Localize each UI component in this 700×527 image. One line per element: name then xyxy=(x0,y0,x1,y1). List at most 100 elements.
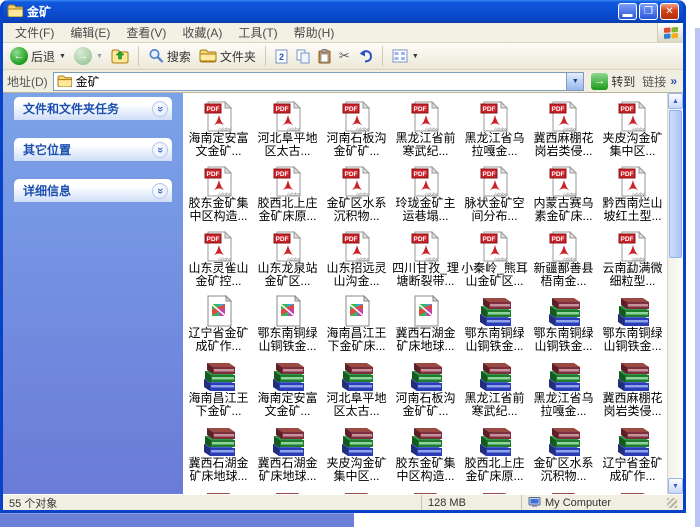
resize-grip[interactable] xyxy=(667,498,677,508)
pdf-file-icon: PDFAdobe xyxy=(273,97,303,132)
file-item[interactable]: 冀西石湖金矿床地球... xyxy=(184,420,253,485)
file-item[interactable]: 河北阜平地区太古... xyxy=(322,355,391,420)
maximize-button[interactable]: ❒ xyxy=(639,3,658,20)
file-label-line: 寒武纪... xyxy=(402,145,448,158)
svg-text:PDF: PDF xyxy=(551,106,564,113)
file-item-partial[interactable] xyxy=(322,485,391,494)
file-item[interactable]: PDFAdobe山东灵雀山金矿控... xyxy=(184,225,253,290)
svg-text:PDF: PDF xyxy=(413,106,426,113)
task-panel-header-2[interactable]: 详细信息» xyxy=(14,179,172,202)
file-item[interactable]: PDFAdobe黑龙江省前寒武纪... xyxy=(391,95,460,160)
task-panel-header-0[interactable]: 文件和文件夹任务» xyxy=(14,97,172,120)
file-item[interactable]: PDFAdobe脉状金矿空间分布... xyxy=(460,160,529,225)
rar-archive-icon xyxy=(546,422,582,457)
file-item[interactable]: 海南定安富文金矿... xyxy=(253,355,322,420)
folders-button[interactable]: 文件夹 xyxy=(196,46,259,67)
paste-button[interactable] xyxy=(315,47,334,66)
file-item-partial[interactable] xyxy=(253,485,322,494)
chevron-down-icon[interactable]: » xyxy=(152,142,168,158)
search-button[interactable]: 搜索 xyxy=(145,46,194,67)
undo-button[interactable] xyxy=(355,47,376,65)
file-item[interactable]: PDFAdobe黔西南烂山坡红土型... xyxy=(598,160,667,225)
scroll-down-button[interactable]: ▼ xyxy=(668,478,683,494)
page-2-button[interactable]: 2 xyxy=(272,47,291,66)
file-item[interactable]: PDFAdobe海南定安富文金矿... xyxy=(184,95,253,160)
file-item[interactable]: PDFAdobe四川甘孜_理塘断裂带... xyxy=(391,225,460,290)
file-item[interactable]: 夹皮沟金矿集中区... xyxy=(322,420,391,485)
file-item[interactable]: PDFAdobe玲珑金矿主运巷塌... xyxy=(391,160,460,225)
address-input[interactable]: 金矿 ▼ xyxy=(53,72,585,91)
cut-button[interactable]: ✂ xyxy=(336,46,353,66)
file-item[interactable]: 辽宁省金矿成矿作... xyxy=(184,290,253,355)
svg-text:PDF: PDF xyxy=(482,106,495,113)
file-item[interactable]: PDFAdobe小秦岭_熊耳山金矿区... xyxy=(460,225,529,290)
zone-status: My Computer xyxy=(521,495,683,510)
chevron-down-icon[interactable]: » xyxy=(152,183,168,199)
file-item[interactable]: PDFAdobe河北阜平地区太古... xyxy=(253,95,322,160)
vertical-scrollbar[interactable]: ▲ ▼ xyxy=(667,93,683,494)
back-button[interactable]: ← 后退 ▼ xyxy=(7,45,69,67)
file-item[interactable]: 黑龙江省乌拉嘎金... xyxy=(529,355,598,420)
file-item[interactable]: PDFAdobe新疆鄯善县梧南金... xyxy=(529,225,598,290)
task-panel-header-1[interactable]: 其它位置» xyxy=(14,138,172,161)
file-item[interactable]: 辽宁省金矿成矿作... xyxy=(598,420,667,485)
file-item[interactable]: PDFAdobe胶西北上庄金矿床原... xyxy=(253,160,322,225)
go-button[interactable]: → 转到 xyxy=(589,73,637,90)
file-item[interactable]: 鄂东南铜绿山铜铁金... xyxy=(598,290,667,355)
file-item[interactable]: 冀西石湖金矿床地球... xyxy=(391,290,460,355)
file-item[interactable]: 海南昌江王下金矿... xyxy=(184,355,253,420)
file-item-partial[interactable] xyxy=(598,485,667,494)
up-button[interactable] xyxy=(108,46,132,66)
back-dropdown-icon[interactable]: ▼ xyxy=(59,53,66,60)
file-item[interactable]: 黑龙江省前寒武纪... xyxy=(460,355,529,420)
file-item[interactable]: PDFAdobe黑龙江省乌拉嘎金... xyxy=(460,95,529,160)
file-item[interactable]: 鄂东南铜绿山铜铁金... xyxy=(253,290,322,355)
file-item[interactable]: PDFAdobe山东招远灵山沟金... xyxy=(322,225,391,290)
scroll-track[interactable] xyxy=(668,259,683,478)
file-item-partial[interactable] xyxy=(460,485,529,494)
file-label-line: 金矿矿... xyxy=(333,145,379,158)
toolbar-separator xyxy=(382,46,383,66)
menu-item-2[interactable]: 查看(V) xyxy=(118,24,174,42)
forward-button[interactable]: → ▼ xyxy=(71,45,106,67)
file-item-partial[interactable] xyxy=(184,485,253,494)
menu-item-3[interactable]: 收藏(A) xyxy=(174,24,230,42)
file-item[interactable]: 冀西麻棚花岗岩类侵... xyxy=(598,355,667,420)
copy-button[interactable] xyxy=(293,47,313,66)
file-item[interactable]: PDFAdobe冀西麻棚花岗岩类侵... xyxy=(529,95,598,160)
menu-item-0[interactable]: 文件(F) xyxy=(7,24,62,42)
menu-item-4[interactable]: 工具(T) xyxy=(230,24,285,42)
menu-item-5[interactable]: 帮助(H) xyxy=(286,24,343,42)
file-item[interactable]: 金矿区水系沉积物... xyxy=(529,420,598,485)
file-item[interactable]: 胶西北上庄金矿床原... xyxy=(460,420,529,485)
views-dropdown-icon[interactable]: ▼ xyxy=(412,53,419,60)
menu-item-1[interactable]: 编辑(E) xyxy=(62,24,118,42)
scroll-up-button[interactable]: ▲ xyxy=(668,93,683,109)
file-item[interactable]: PDFAdobe金矿区水系沉积物... xyxy=(322,160,391,225)
file-item[interactable]: PDFAdobe内蒙古赛乌素金矿床... xyxy=(529,160,598,225)
close-button[interactable]: ✕ xyxy=(660,3,679,20)
file-item[interactable]: 胶东金矿集中区构造... xyxy=(391,420,460,485)
file-item[interactable]: 河南石板沟金矿矿... xyxy=(391,355,460,420)
file-item-partial[interactable] xyxy=(391,485,460,494)
file-item[interactable]: PDFAdobe云南勐满微细粒型... xyxy=(598,225,667,290)
links-button[interactable]: 链接 » xyxy=(642,73,679,90)
file-item[interactable]: 鄂东南铜绿山铜铁金... xyxy=(460,290,529,355)
file-item-partial[interactable] xyxy=(529,485,598,494)
views-button[interactable]: ▼ xyxy=(389,47,422,65)
file-item[interactable]: PDFAdobe胶东金矿集中区构造... xyxy=(184,160,253,225)
minimize-button[interactable]: ▬ xyxy=(618,3,637,20)
file-label-line: 成矿作... xyxy=(195,340,241,353)
file-item[interactable]: 海南昌江王下金矿床... xyxy=(322,290,391,355)
scroll-thumb[interactable] xyxy=(669,110,682,258)
chevron-down-icon[interactable]: » xyxy=(152,101,168,117)
file-item[interactable]: PDFAdobe山东龙泉站金矿区... xyxy=(253,225,322,290)
file-item[interactable]: PDFAdobe河南石板沟金矿矿... xyxy=(322,95,391,160)
file-item[interactable]: 冀西石湖金矿床地球... xyxy=(253,420,322,485)
title-bar[interactable]: 金矿 ▬ ❒ ✕ xyxy=(3,0,683,23)
paste-icon xyxy=(318,49,331,64)
address-dropdown-button[interactable]: ▼ xyxy=(566,73,583,90)
file-item[interactable]: 鄂东南铜绿山铜铁金... xyxy=(529,290,598,355)
file-list-area[interactable]: PDFAdobe海南定安富文金矿...PDFAdobe河北阜平地区太古...PD… xyxy=(183,93,667,494)
file-item[interactable]: PDFAdobe夹皮沟金矿集中区... xyxy=(598,95,667,160)
